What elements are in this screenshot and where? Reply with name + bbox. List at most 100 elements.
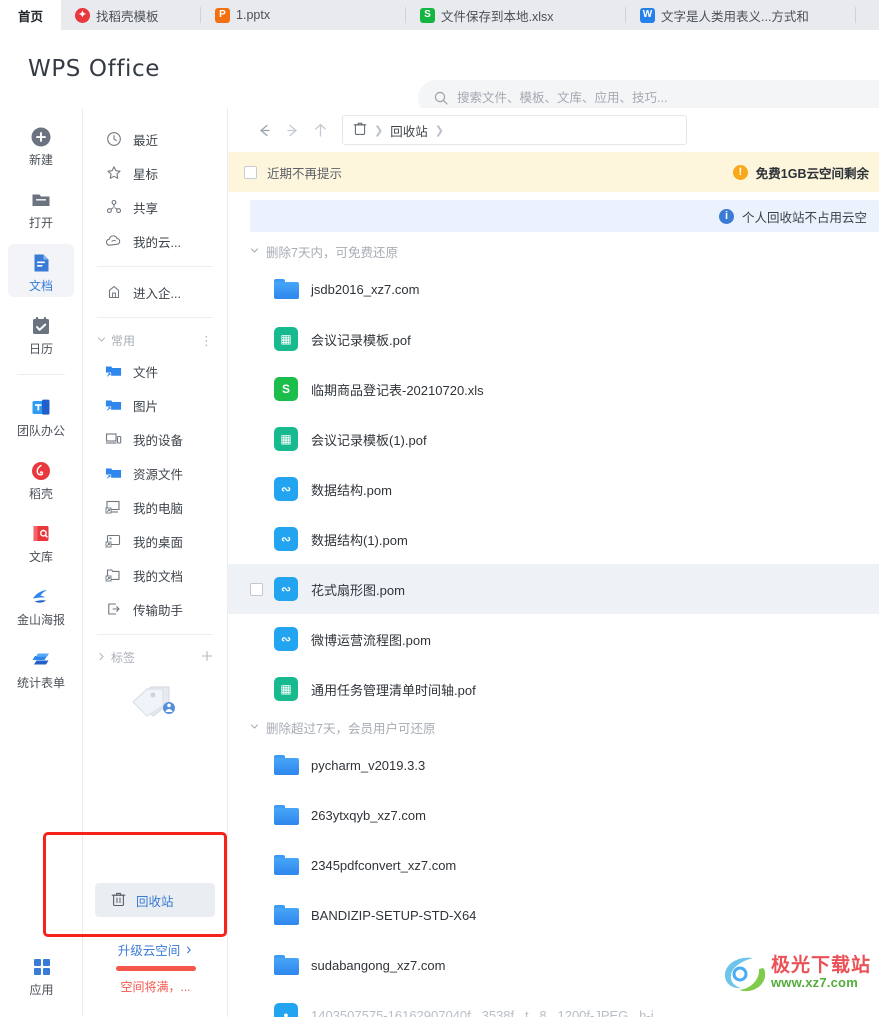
search-input[interactable] [457,91,879,105]
nav-item-my-desktop[interactable]: 我的桌面 [83,524,227,558]
table-row[interactable]: ▦ 会议记录模板.pof [228,314,879,364]
table-row[interactable]: ▦ 通用任务管理清单时间轴.pof [228,664,879,714]
row-checkbox[interactable] [250,582,263,596]
trash-icon [353,121,367,139]
forward-button[interactable] [278,116,306,144]
table-row[interactable]: ▦ 会议记录模板(1).pof [228,414,879,464]
file-name: jsdb2016_xz7.com [311,281,420,297]
plus-icon[interactable] [201,650,213,665]
sidebar-divider [17,374,65,375]
sidebar-item-apps[interactable]: 应用 [9,948,75,1001]
transfer-icon [105,601,122,618]
table-row[interactable]: 263ytxqyb_xz7.com [228,790,879,840]
poster-icon [29,585,53,609]
file-name: pycharm_v2019.3.3 [311,757,426,773]
tab-label: 找稻壳模板 [96,9,159,24]
document-icon [29,251,53,275]
nav-item-shared[interactable]: 共享 [83,190,227,224]
nav-item-files[interactable]: 文件 [83,354,227,388]
nav-group-tags[interactable]: 标签 [83,643,227,671]
sidebar-item-team[interactable]: 团队办公 [8,389,74,442]
nav-item-recycle-bin[interactable]: 回收站 [95,883,215,917]
breadcrumb-path-field[interactable]: ❯ 回收站 ❯ [342,115,687,145]
file-group-header[interactable]: 删除超过7天，会员用户可还原 [228,714,879,740]
word-icon: W [640,7,656,23]
nav-item-enterprise[interactable]: 进入企... [83,275,227,309]
breadcrumb-current[interactable]: 回收站 [390,121,428,140]
nav-item-starred[interactable]: 星标 [83,156,227,190]
nav-divider [97,266,213,267]
upgrade-cloud-link[interactable]: 升级云空间 [118,940,181,959]
nav-item-label: 我的设备 [133,433,184,448]
table-row[interactable]: ∾ 微博运营流程图.pom [228,614,879,664]
nav-item-pictures[interactable]: 图片 [83,388,227,422]
file-name: 2345pdfconvert_xz7.com [311,857,457,873]
nav-item-my-device[interactable]: 我的设备 [83,422,227,456]
file-group-title: 删除超过7天，会员用户可还原 [266,721,436,736]
share-icon [105,199,122,216]
wps-pof-icon: ▦ [273,326,299,352]
up-button[interactable] [306,116,334,144]
sidebar-item-label: 文库 [28,550,53,564]
sidebar-item-documents[interactable]: 文档 [8,244,74,297]
nav-item-label: 共享 [133,201,159,216]
tab-document[interactable]: W 文字是人类用表义...方式和 [626,0,857,30]
notice-message: ! 免费1GB云空间剩余 [732,163,869,182]
table-row[interactable]: ∾ 数据结构(1).pom [228,514,879,564]
file-name: 数据结构(1).pom [311,532,408,548]
clock-icon [105,131,122,148]
nav-group-common[interactable]: 常用 ⋮ [83,326,227,354]
table-row[interactable]: 2345pdfconvert_xz7.com [228,840,879,890]
tab-spreadsheet[interactable]: S 文件保存到本地.xlsx [406,0,627,30]
nav-item-my-computer[interactable]: 我的电脑 [83,490,227,524]
tab-bar: 首页 ✦ 找稻壳模板 P 1.pptx S 文件保存到本地.xlsx W 文字是… [0,0,879,30]
powerpoint-icon: P [215,7,231,23]
back-button[interactable] [250,116,278,144]
nav-item-label: 我的文档 [133,569,184,584]
folder-icon [273,952,299,978]
excel-icon: S [273,376,299,402]
file-name: 花式扇形图.pom [311,582,405,598]
nav-item-label: 星标 [133,167,159,182]
mydocs-icon [105,567,122,584]
nav-item-transfer-assistant[interactable]: 传输助手 [83,592,227,626]
sidebar-item-form[interactable]: 统计表单 [8,641,74,694]
tab-daoke-template[interactable]: ✦ 找稻壳模板 [61,0,202,30]
watermark-title: 极光下载站 [770,955,871,977]
table-row[interactable]: ∾ 花式扇形图.pom [228,564,879,614]
more-dots-icon[interactable]: ⋮ [200,334,213,347]
sidebar-item-library[interactable]: 文库 [8,515,74,568]
nav-item-label: 图片 [133,399,159,414]
chevron-right-icon [185,941,193,959]
sidebar-item-poster[interactable]: 金山海报 [8,578,74,631]
sidebar-item-label: 金山海报 [16,613,65,627]
nav-item-label: 文件 [133,365,159,380]
secondary-sidebar: 最近 星标 共享 我的云... 进入企... 常用 ⋮ 文件 图片 我的设备 资… [43,108,228,1017]
folder-open-icon [29,188,53,212]
nav-item-recent[interactable]: 最近 [83,122,227,156]
arrow-left-icon [259,124,270,136]
table-row[interactable]: BANDIZIP-SETUP-STD-X64 [228,890,879,940]
table-row[interactable]: jsdb2016_xz7.com [228,264,879,314]
file-group-header[interactable]: 删除7天内，可免费还原 [228,238,879,264]
table-row[interactable]: ∾ 数据结构.pom [228,464,879,514]
sidebar-item-open[interactable]: 打开 [8,181,74,234]
folder-link-icon [105,465,122,482]
sidebar-item-calendar[interactable]: 日历 [8,307,74,360]
nav-item-my-documents[interactable]: 我的文档 [83,558,227,592]
dont-remind-checkbox[interactable] [244,165,257,179]
sidebar-item-new[interactable]: 新建 [8,118,74,171]
table-row[interactable]: S 临期商品登记表-20210720.xls [228,364,879,414]
nav-item-my-cloud[interactable]: 我的云... [83,224,227,258]
nav-item-label: 我的云... [133,235,181,250]
tab-presentation[interactable]: P 1.pptx [201,0,407,30]
tab-home[interactable]: 首页 [0,0,62,30]
nav-item-resource-files[interactable]: 资源文件 [83,456,227,490]
sidebar-item-daoke[interactable]: 稻壳 [8,452,74,505]
table-row[interactable]: ● 1403507575-16162907040f...3538f...t...… [228,990,879,1017]
wps-pof-icon: ▦ [273,426,299,452]
arrow-right-icon [286,124,297,136]
wps-pof-icon: ▦ [273,676,299,702]
table-row[interactable]: pycharm_v2019.3.3 [228,740,879,790]
daoke-icon [29,459,53,483]
